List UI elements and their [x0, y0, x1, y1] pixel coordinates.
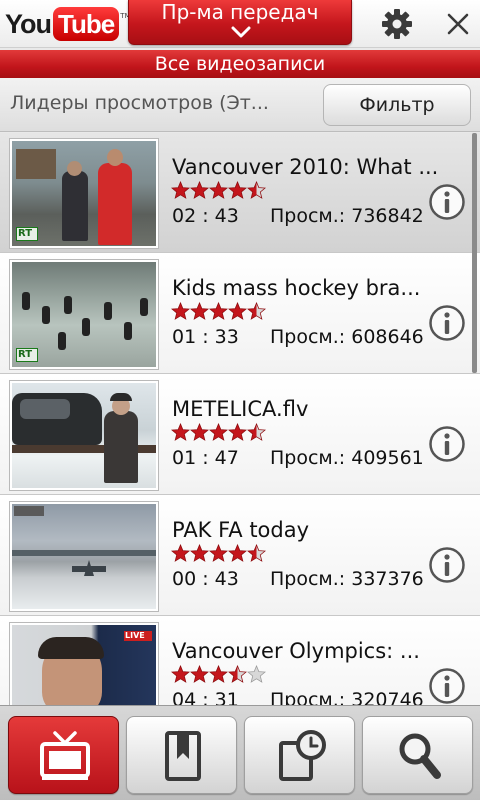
logo-tube-text: Tube: [53, 7, 120, 41]
rating-stars: [171, 544, 266, 564]
star-full-icon: [171, 665, 190, 683]
view-count: Просм.: 409561: [270, 447, 424, 469]
video-row[interactable]: RT Kids mass hockey bra... 01 : 33 Просм…: [0, 254, 480, 374]
video-thumbnail: RT: [9, 259, 159, 370]
star-half-icon: [247, 423, 266, 441]
nav-programs-button[interactable]: [8, 716, 119, 794]
video-thumbnail: [9, 380, 159, 491]
video-title: Kids mass hockey bra...: [172, 276, 421, 300]
tv-icon: [40, 731, 90, 780]
history-icon: [279, 730, 326, 781]
view-count: Просм.: 736842: [270, 205, 424, 227]
video-duration: 04 : 31: [172, 689, 239, 705]
info-icon[interactable]: [428, 667, 466, 705]
video-title: PAK FA today: [172, 518, 310, 542]
close-icon[interactable]: [444, 10, 472, 38]
logo-you-text: You: [5, 8, 52, 39]
video-list[interactable]: RT Vancouver 2010: What ... 02 : 43 Прос…: [0, 133, 480, 705]
star-half-icon: [228, 665, 247, 683]
sort-label[interactable]: Лидеры просмотров (Эт...: [10, 92, 269, 114]
star-full-icon: [190, 181, 209, 199]
video-row[interactable]: LIVE Vancouver Olympics: ... 04 : 31 Про…: [0, 617, 480, 705]
star-full-icon: [228, 423, 247, 441]
star-full-icon: [209, 665, 228, 683]
rating-stars: [171, 423, 266, 443]
top-bar: You Tube TM Пр-ма передач: [0, 0, 480, 48]
thumbnail-badge: LIVE: [125, 631, 145, 640]
nav-search-button[interactable]: [362, 716, 473, 794]
video-title: Vancouver Olympics: ...: [172, 639, 420, 663]
bookmark-icon: [165, 731, 201, 781]
star-half-icon: [247, 544, 266, 562]
star-full-icon: [209, 302, 228, 320]
view-count: Просм.: 320746: [270, 689, 424, 705]
category-label: Пр-ма передач: [161, 0, 319, 24]
video-thumbnail: RT: [9, 138, 159, 249]
star-half-icon: [247, 181, 266, 199]
youtube-logo: You Tube TM: [5, 6, 131, 42]
info-icon[interactable]: [428, 425, 466, 463]
rating-stars: [171, 665, 266, 685]
star-full-icon: [209, 544, 228, 562]
thumbnail-badge: RT: [18, 228, 33, 239]
star-full-icon: [171, 544, 190, 562]
star-full-icon: [190, 302, 209, 320]
star-full-icon: [190, 544, 209, 562]
star-full-icon: [190, 665, 209, 683]
list-scrollbar[interactable]: [472, 133, 477, 373]
star-half-icon: [247, 302, 266, 320]
info-icon[interactable]: [428, 304, 466, 342]
video-duration: 01 : 47: [172, 447, 239, 469]
video-thumbnail: [9, 501, 159, 612]
video-row[interactable]: METELICA.flv 01 : 47 Просм.: 409561: [0, 375, 480, 495]
star-full-icon: [171, 302, 190, 320]
star-full-icon: [209, 423, 228, 441]
rating-stars: [171, 302, 266, 322]
star-full-icon: [171, 423, 190, 441]
rating-stars: [171, 181, 266, 201]
video-title: METELICA.flv: [172, 397, 309, 421]
nav-bookmarks-button[interactable]: [126, 716, 237, 794]
star-empty-icon: [247, 665, 266, 683]
chevron-down-icon: [231, 26, 251, 38]
star-full-icon: [209, 181, 228, 199]
section-title: Все видеозаписи: [0, 50, 480, 78]
bottom-navigation: [0, 705, 480, 800]
star-full-icon: [190, 423, 209, 441]
video-thumbnail: LIVE: [9, 622, 159, 705]
video-row[interactable]: PAK FA today 00 : 43 Просм.: 337376: [0, 496, 480, 616]
view-count: Просм.: 608646: [270, 326, 424, 348]
video-duration: 00 : 43: [172, 568, 239, 590]
view-count: Просм.: 337376: [270, 568, 424, 590]
gear-icon[interactable]: [380, 7, 414, 41]
filter-button[interactable]: Фильтр: [323, 84, 471, 126]
video-row[interactable]: RT Vancouver 2010: What ... 02 : 43 Прос…: [0, 133, 480, 253]
star-full-icon: [171, 181, 190, 199]
star-full-icon: [228, 302, 247, 320]
star-full-icon: [228, 544, 247, 562]
info-icon[interactable]: [428, 183, 466, 221]
info-icon[interactable]: [428, 546, 466, 584]
video-duration: 02 : 43: [172, 205, 239, 227]
sort-bar: Лидеры просмотров (Эт... Фильтр: [0, 78, 480, 132]
search-icon: [399, 733, 441, 779]
thumbnail-badge: RT: [18, 349, 33, 360]
video-title: Vancouver 2010: What ...: [172, 155, 439, 179]
star-full-icon: [228, 181, 247, 199]
nav-history-button[interactable]: [244, 716, 355, 794]
category-dropdown-button[interactable]: Пр-ма передач: [128, 0, 352, 45]
video-duration: 01 : 33: [172, 326, 239, 348]
